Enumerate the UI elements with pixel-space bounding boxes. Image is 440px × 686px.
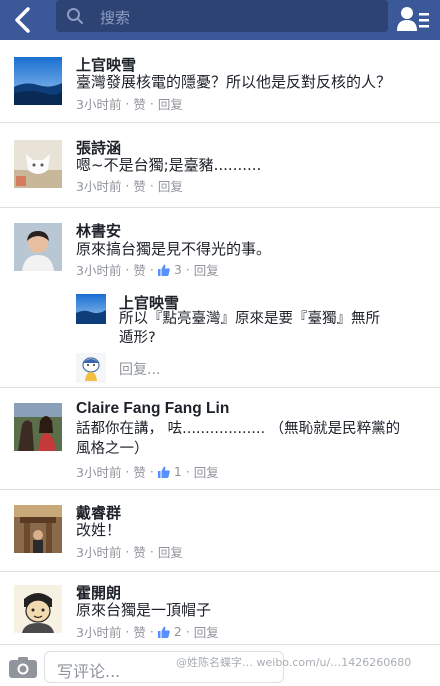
back-icon[interactable] <box>8 4 40 36</box>
like-link[interactable]: 赞 <box>133 542 146 561</box>
comment-time: 3小时前 <box>76 625 122 640</box>
reply-text-line2: 遁形? <box>119 330 156 346</box>
like-link[interactable]: 赞 <box>133 94 146 113</box>
comment-text: 臺灣發展核電的隱憂？所以他是反對反核的人？ <box>76 73 392 91</box>
comment-text-line2: 風格之一） <box>76 441 149 457</box>
comment-meta: 3小时前 · 赞 · 回复 <box>76 94 183 113</box>
friends-list-icon[interactable] <box>396 4 430 34</box>
like-count: 1 <box>173 464 182 479</box>
comment-text: 原來搞台獨是見不得光的事。 <box>76 240 272 258</box>
avatar[interactable] <box>14 505 62 553</box>
search-placeholder: 搜索 <box>100 9 131 27</box>
comment-item: 戴睿群 改姓！ 3小时前 · 赞 · 回复 <box>0 490 440 572</box>
like-count-icon <box>157 465 171 479</box>
comment-item: 張詩涵 嗯~不是台獨;是臺豬.......... 3小时前 · 赞 · 回复 <box>0 123 440 208</box>
comment-time: 3小时前 <box>76 545 122 560</box>
comment-meta: 3小时前 · 赞 · 回复 <box>76 542 183 561</box>
comment-meta: 3小时前 · 赞 · 回复 <box>76 176 183 195</box>
comment-time: 3小时前 <box>76 465 122 480</box>
search-icon <box>67 8 83 24</box>
like-count: 2 <box>173 624 182 639</box>
reply-link[interactable]: 回复 <box>158 94 183 113</box>
comment-time: 3小时前 <box>76 179 122 194</box>
comment-item: 林書安 原來搞台獨是見不得光的事。 3小时前 · 赞 · 3 · 回复 上官映雪… <box>0 208 440 388</box>
comment-meta: 3小时前 · 赞 · 3 · 回复 <box>76 260 219 279</box>
comment-time: 3小时前 <box>76 97 122 112</box>
reply-link[interactable]: 回复 <box>194 622 219 641</box>
comment-author[interactable]: Claire Fang Fang Lin <box>76 400 229 418</box>
like-count-icon <box>157 263 171 277</box>
avatar[interactable] <box>14 585 62 633</box>
like-link[interactable]: 赞 <box>133 176 146 195</box>
avatar[interactable] <box>14 140 62 188</box>
comment-meta: 3小时前 · 赞 · 1 · 回复 <box>76 462 219 481</box>
reply-text-line1: 所以『點亮臺灣』原來是要『臺獨』無所 <box>119 311 380 327</box>
like-count: 3 <box>173 262 182 277</box>
like-count-icon <box>157 625 171 639</box>
comment-text: 改姓！ <box>76 521 122 539</box>
reply-link[interactable]: 回复 <box>158 542 183 561</box>
search-input[interactable]: 搜索 <box>56 0 388 32</box>
comment-placeholder: 写评论... <box>57 662 121 681</box>
like-link[interactable]: 赞 <box>133 462 146 481</box>
reply-avatar[interactable] <box>76 294 106 324</box>
watermark: @姓陈名蝶字… weibo.com/u/…1426260680 <box>176 656 412 669</box>
comment-author[interactable]: 林書安 <box>76 220 121 241</box>
current-user-avatar <box>76 353 106 383</box>
avatar[interactable] <box>14 223 62 271</box>
like-link[interactable]: 赞 <box>133 622 146 641</box>
top-bar: 搜索 <box>0 0 440 40</box>
avatar[interactable] <box>14 57 62 105</box>
comment-item: 上官映雪 臺灣發展核電的隱憂？所以他是反對反核的人？ 3小时前 · 赞 · 回复 <box>0 40 440 123</box>
like-link[interactable]: 赞 <box>133 260 146 279</box>
reply-input[interactable]: 回复... <box>119 359 160 379</box>
comment-meta: 3小时前 · 赞 · 2 · 回复 <box>76 622 219 641</box>
comment-item: Claire Fang Fang Lin 話都你在講， 呿...........… <box>0 388 440 490</box>
comment-text: 嗯~不是台獨;是臺豬.......... <box>76 156 262 174</box>
reply-link[interactable]: 回复 <box>158 176 183 195</box>
reply-link[interactable]: 回复 <box>194 462 219 481</box>
comment-time: 3小时前 <box>76 263 122 278</box>
comment-text-line1: 話都你在講， 呿.................. （無恥就是民粹黨的 <box>76 421 401 437</box>
reply-link[interactable]: 回复 <box>194 260 219 279</box>
comment-item: 霍開朗 原來台獨是一頂帽子 3小时前 · 赞 · 2 · 回复 <box>0 572 440 644</box>
comment-list: 上官映雪 臺灣發展核電的隱憂？所以他是反對反核的人？ 3小时前 · 赞 · 回复… <box>0 40 440 644</box>
camera-icon[interactable] <box>8 655 38 679</box>
avatar[interactable] <box>14 403 62 451</box>
comment-text: 原來台獨是一頂帽子 <box>76 601 212 619</box>
